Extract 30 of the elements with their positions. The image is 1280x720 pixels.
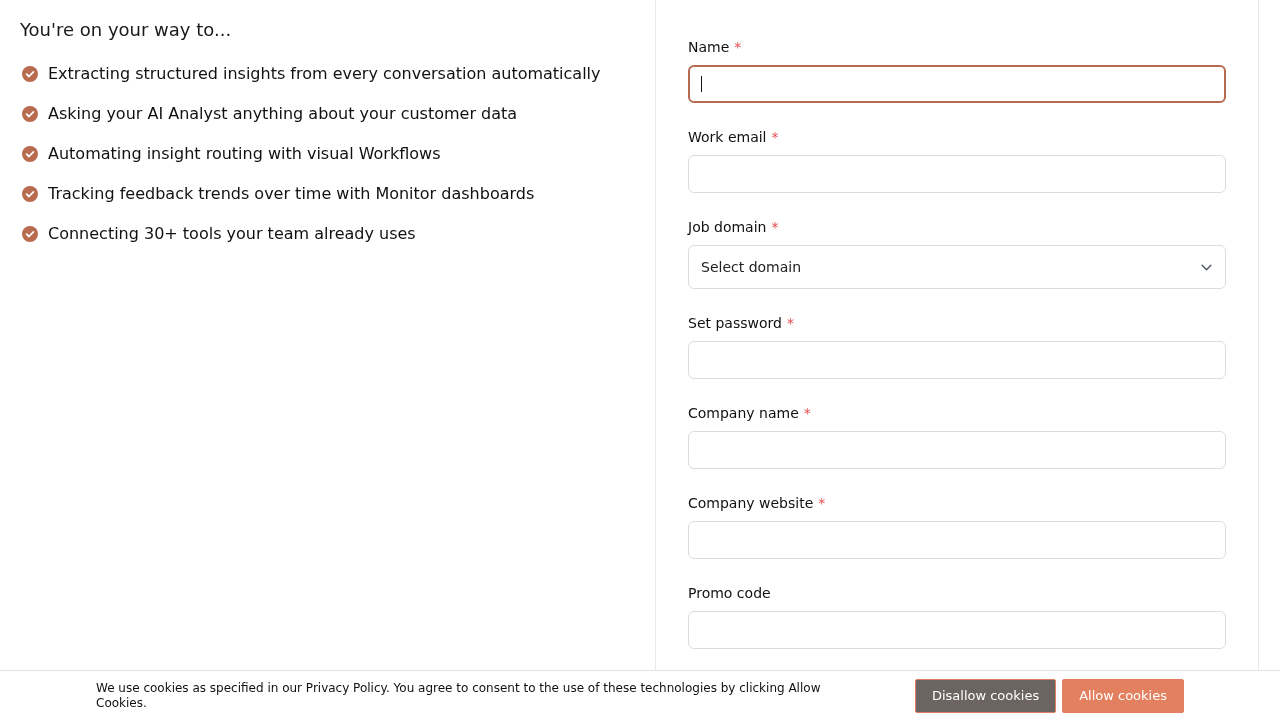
required-asterisk: * xyxy=(803,405,811,422)
required-asterisk: * xyxy=(786,315,794,332)
field-label: Company name xyxy=(688,405,799,422)
section-heading: You're on your way to... xyxy=(20,18,233,42)
text-cursor-icon xyxy=(701,76,702,92)
check-circle-icon xyxy=(22,106,38,122)
check-circle-icon xyxy=(22,146,38,162)
required-asterisk: * xyxy=(734,39,742,56)
field-label: Promo code xyxy=(688,585,771,602)
benefit-text: Tracking feedback trends over time with Monitor dashboards xyxy=(48,183,535,205)
field-label: Job domain xyxy=(688,219,767,236)
field-label: Set password xyxy=(688,315,782,332)
field-label: Work email xyxy=(688,129,767,146)
required-asterisk: * xyxy=(818,495,826,512)
check-circle-icon xyxy=(22,226,38,242)
benefit-text: Asking your AI Analyst anything about your customer data xyxy=(48,103,518,125)
input-field[interactable] xyxy=(688,65,1226,103)
required-asterisk: * xyxy=(771,129,779,146)
required-asterisk: * xyxy=(771,219,779,236)
benefit-text: Connecting 30+ tools your team already uses xyxy=(48,223,416,245)
cookie-message: We use cookies as specified in our Privacy Policy. You agree to consent to the use of these technologies by clicking Allow Cookies. xyxy=(96,680,822,711)
benefit-text: Automating insight routing with visual Workflows xyxy=(48,143,441,165)
field-label: Company website xyxy=(688,495,814,512)
chevron-down-icon xyxy=(1201,263,1212,271)
disallow-cookies-button[interactable]: Disallow cookies xyxy=(914,678,1057,713)
check-circle-icon xyxy=(22,186,38,202)
field-label: Name xyxy=(688,39,730,56)
benefit-text: Extracting structured insights from every conversation automatically xyxy=(48,63,601,85)
domain-select[interactable]: Select domain xyxy=(688,245,1226,289)
check-circle-icon xyxy=(22,66,38,82)
